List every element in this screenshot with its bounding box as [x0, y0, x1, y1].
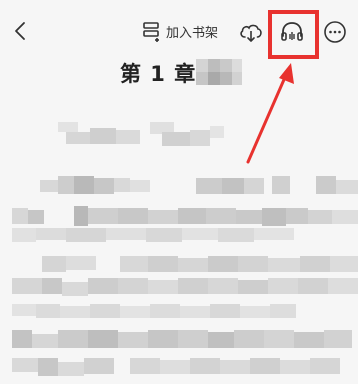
add-to-shelf-label: 加入书架 [166, 25, 219, 41]
chapter-title: 第 1 章 [120, 62, 197, 86]
cloud-download-icon [240, 24, 262, 42]
listen-highlight-box [268, 10, 319, 59]
more-button[interactable] [322, 19, 348, 45]
add-to-shelf-button[interactable]: 加入书架 [142, 19, 218, 43]
download-button[interactable] [238, 19, 264, 45]
bookshelf-icon [143, 22, 159, 42]
chapter-title-mosaic [196, 59, 242, 85]
back-button[interactable] [8, 18, 34, 44]
more-icon [324, 21, 346, 43]
chevron-left-icon [15, 22, 25, 40]
